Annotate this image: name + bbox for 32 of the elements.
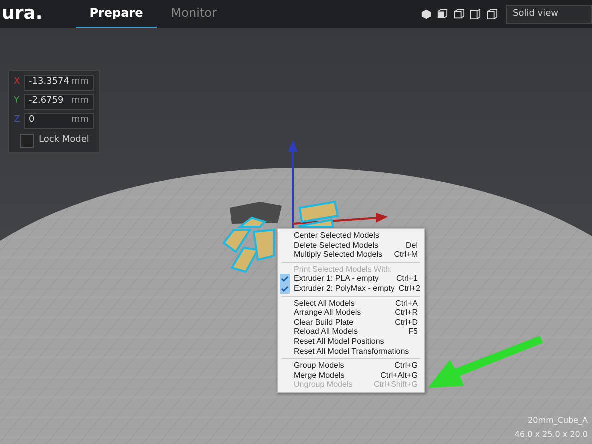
menu-item[interactable]: Arrange All Models Ctrl+R [278,308,424,318]
axis-label: Z [14,114,22,127]
checkbox-label: Lock Model [39,134,90,148]
menu-item[interactable]: Clear Build Plate Ctrl+D [278,318,424,328]
menu-item[interactable]: Extruder 1: PLA - empty Ctrl+1 [278,274,424,284]
checkbox[interactable] [20,134,34,148]
menu-item[interactable]: Select All Models Ctrl+A [278,298,424,308]
menu-item[interactable]: Reload All Models F5 [278,327,424,337]
object-name: 20mm_Cube_A [527,415,588,427]
top-view-icon[interactable] [454,8,465,20]
menu-item[interactable]: Group Models Ctrl+G [278,361,424,371]
coordinate-field[interactable]: -2.6759 mm [24,94,94,110]
coordinate-field[interactable]: -13.3574 mm [24,75,94,91]
menu-item[interactable]: Reset All Model Positions [278,336,424,347]
front-view-icon[interactable] [437,8,448,20]
right-view-icon[interactable] [486,8,498,20]
menu-item[interactable]: Delete Selected Models Del [278,240,424,250]
left-view-icon[interactable] [470,8,482,20]
menu-item[interactable]: Reset All Model Transformations [278,346,424,356]
menu-item[interactable]: Center Selected Models [278,231,424,241]
view-mode-dropdown[interactable]: Solid view [506,4,592,24]
menu-item[interactable]: Extruder 2: PolyMax - empty Ctrl+2 [278,284,424,294]
menu-heading: Print Selected Models With: [293,264,394,274]
coordinate-field[interactable]: 0 mm [24,112,94,128]
object-dimensions: 46.0 x 25.0 x 20.0 [514,429,588,441]
axis-label: X [14,76,22,90]
axis-label: Y [14,95,20,108]
tab[interactable]: Monitor [157,0,231,29]
cube-icon[interactable] [420,8,432,20]
menu-item[interactable]: Merge Models Ctrl+Alt+G [278,370,424,380]
app-logo: ura. [2,5,43,23]
menu-item[interactable]: Multiply Selected Models Ctrl+M [278,250,424,260]
